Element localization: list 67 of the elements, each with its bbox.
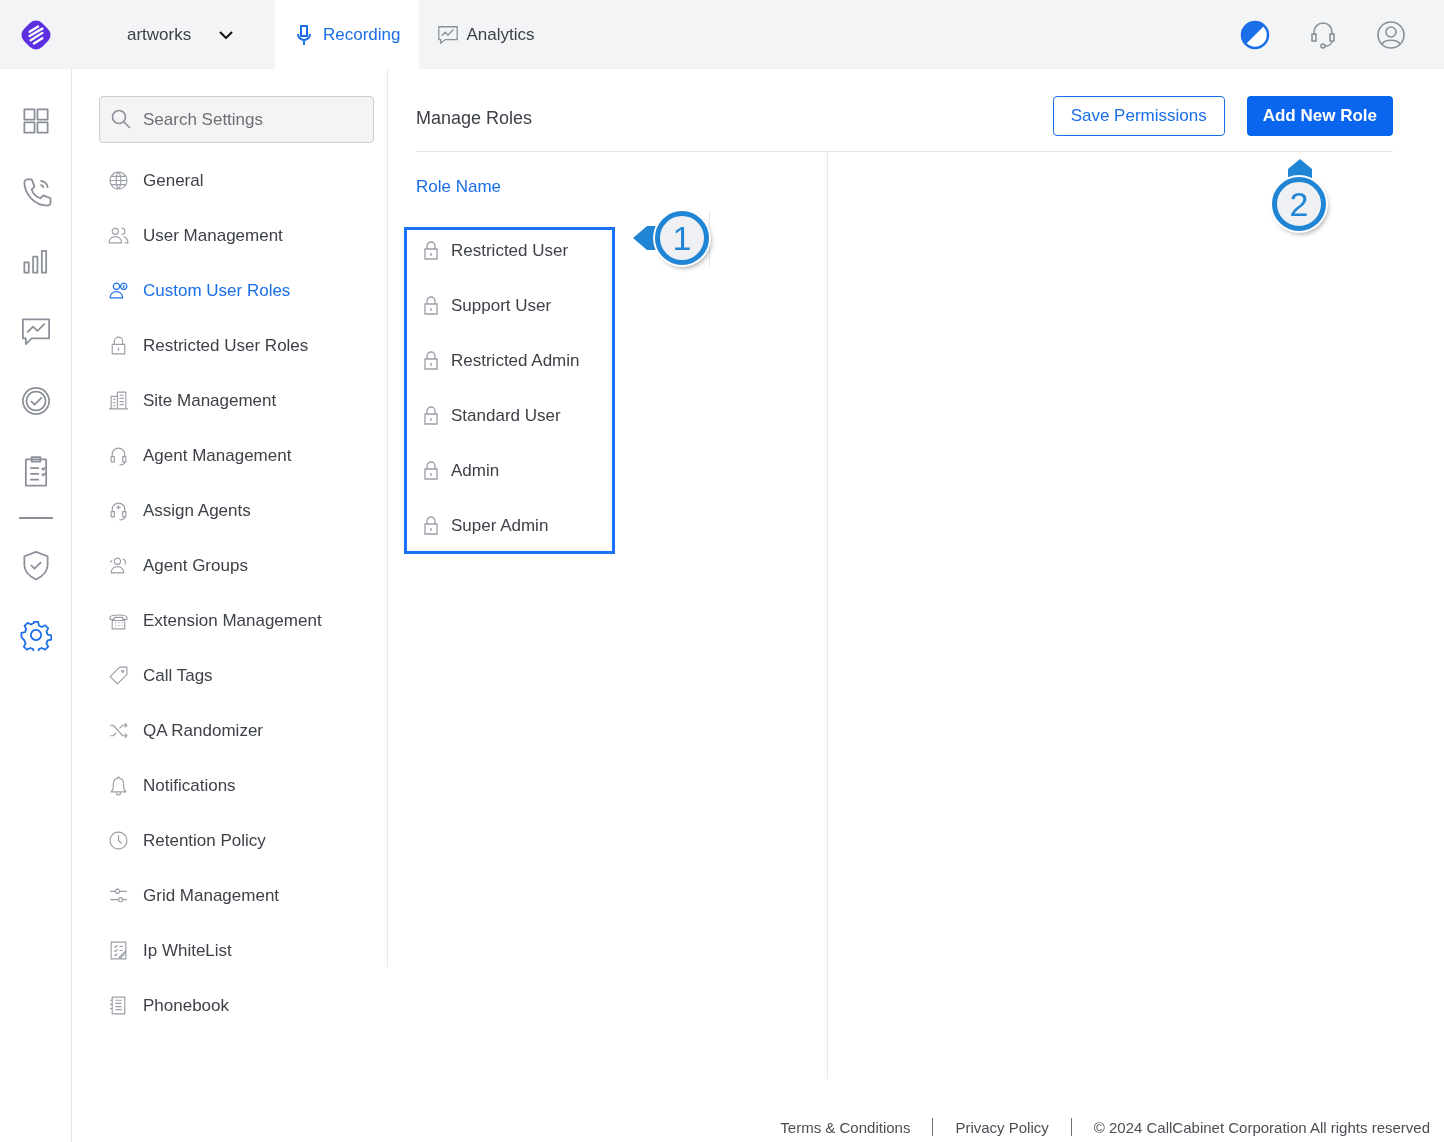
settings-menu-item[interactable]: Agent Management <box>99 428 387 483</box>
workspace-dropdown[interactable]: artworks <box>71 0 275 69</box>
settings-menu-item[interactable]: Grid Management <box>99 868 387 923</box>
role-item[interactable]: Restricted Admin <box>407 333 612 388</box>
clock-icon <box>108 830 129 851</box>
step-number: 1 <box>655 211 709 265</box>
checklist-edit-icon <box>108 940 129 961</box>
search-field[interactable]: Search Settings <box>99 96 374 143</box>
settings-icon[interactable] <box>19 619 52 651</box>
lock-icon <box>423 240 439 261</box>
role-name: Support User <box>451 295 552 316</box>
role-item[interactable]: Admin <box>407 443 612 498</box>
add-role-button[interactable]: Add New Role <box>1246 96 1393 136</box>
search-icon <box>111 109 131 129</box>
step-number: 2 <box>1272 177 1326 231</box>
users-icon <box>108 225 129 246</box>
shuffle-icon <box>108 720 129 741</box>
settings-menu-item[interactable]: QA Randomizer <box>99 703 387 758</box>
building-icon <box>108 390 129 411</box>
user-gear-icon <box>108 280 129 301</box>
lock-icon <box>423 460 439 481</box>
settings-menu-item[interactable]: Extension Management <box>99 593 387 648</box>
bell-icon <box>108 775 129 796</box>
copyright-text: © 2024 CallCabinet Corporation All rights reserved <box>1093 1118 1430 1136</box>
settings-menu-item[interactable]: Ip WhiteList <box>99 923 387 978</box>
settings-menu-item[interactable]: Call Tags <box>99 648 387 703</box>
headset-icon <box>108 445 129 466</box>
footer-link[interactable]: Privacy Policy <box>955 1118 1049 1136</box>
chart-message-icon[interactable] <box>19 315 52 347</box>
group-icon <box>108 555 129 576</box>
headset-plus-icon <box>108 500 129 521</box>
settings-menu-item[interactable]: User Management <box>99 208 387 263</box>
settings-menu-item[interactable]: Retention Policy <box>99 813 387 868</box>
role-item[interactable]: Standard User <box>407 388 612 443</box>
lock-icon <box>423 405 439 426</box>
settings-menu-item[interactable]: Custom User Roles <box>99 263 387 318</box>
nav-tab[interactable]: Analytics <box>418 0 553 69</box>
role-name: Admin <box>451 460 500 481</box>
settings-menu-item[interactable]: General <box>99 153 387 208</box>
role-item[interactable]: Super Admin <box>407 498 612 553</box>
role-name: Restricted User <box>451 240 569 261</box>
role-item[interactable]: Support User <box>407 278 612 333</box>
lock-icon <box>423 350 439 371</box>
settings-menu-item[interactable]: Restricted User Roles <box>99 318 387 373</box>
role-name: Super Admin <box>451 515 549 536</box>
chevron-down-icon <box>219 30 234 39</box>
globe-icon <box>108 170 129 191</box>
settings-menu-item[interactable]: Phonebook <box>99 978 387 1033</box>
role-name: Restricted Admin <box>451 350 580 371</box>
column-header: Role Name <box>416 177 503 197</box>
settings-menu-item[interactable]: Notifications <box>99 758 387 813</box>
save-button[interactable]: Save Permissions <box>1052 96 1225 136</box>
footer-link[interactable]: Terms & Conditions <box>780 1118 911 1136</box>
lock-icon <box>423 295 439 316</box>
settings-menu-item[interactable]: Site Management <box>99 373 387 428</box>
settings-menu-item[interactable]: Agent Groups <box>99 538 387 593</box>
tag-icon <box>108 665 129 686</box>
chart-message-icon <box>436 23 459 46</box>
settings-menu-item[interactable]: Assign Agents <box>99 483 387 538</box>
headset-icon[interactable] <box>1308 19 1338 50</box>
role-item[interactable]: Restricted User <box>407 223 612 278</box>
lock-icon <box>423 515 439 536</box>
role-name: Standard User <box>451 405 561 426</box>
page-title: Manage Roles <box>416 107 533 129</box>
nav-tab[interactable]: Recording <box>275 0 419 69</box>
user-avatar-icon[interactable] <box>1376 19 1406 50</box>
contrast-icon[interactable] <box>1240 19 1270 50</box>
